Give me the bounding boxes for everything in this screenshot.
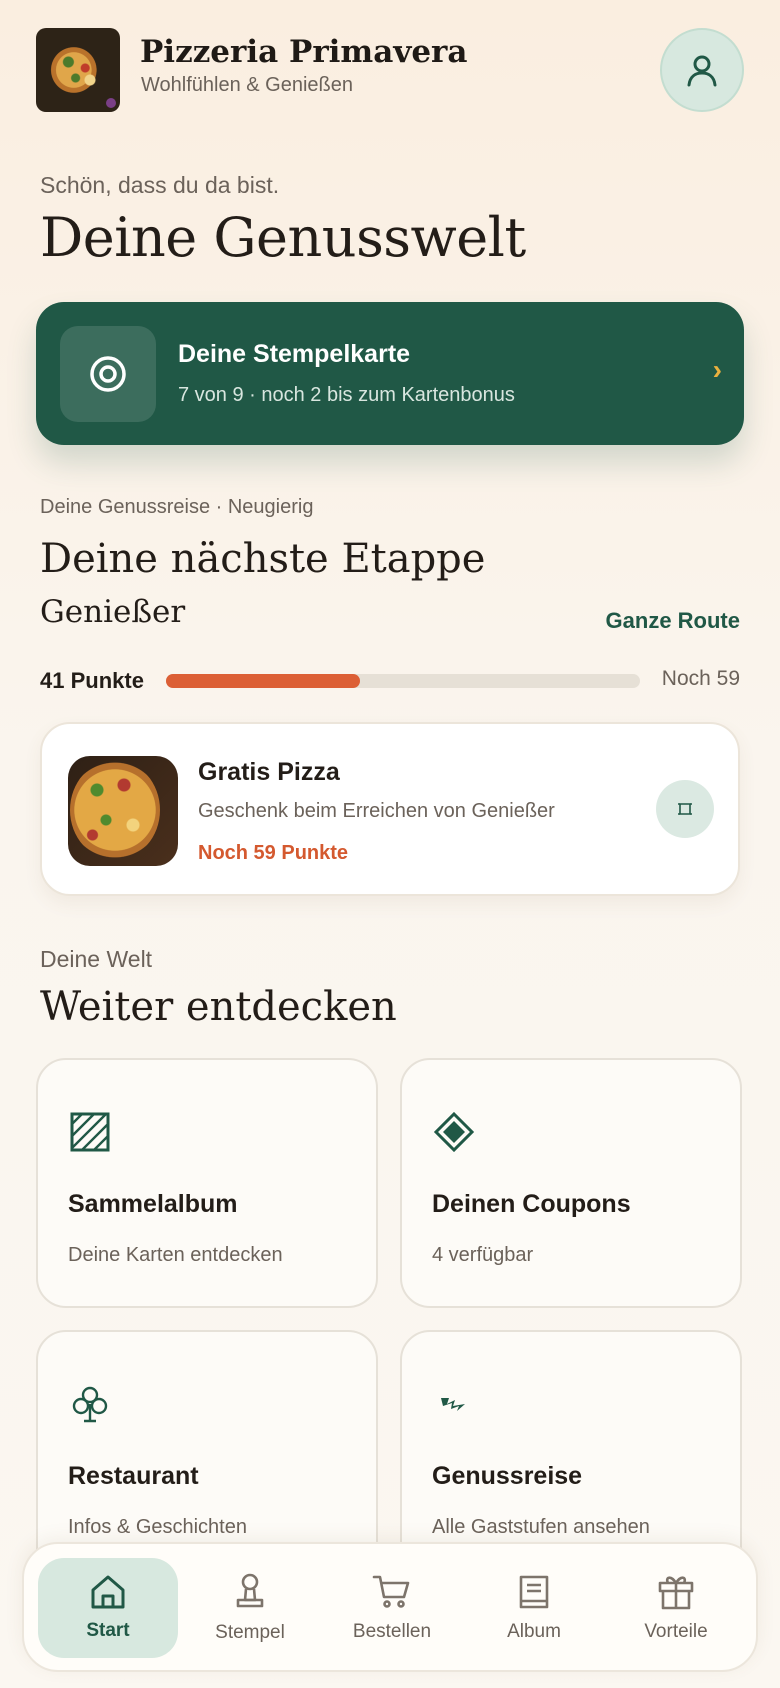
tile-sammelalbum[interactable]: Sammelalbum Deine Karten entdecken	[36, 1058, 378, 1308]
app-header: Pizzeria Primavera Wohlfühlen & Genießen	[36, 28, 744, 112]
points-remaining: Noch 59	[661, 667, 740, 690]
frame-icon	[678, 803, 692, 815]
tile-subtitle: Alle Gaststufen ansehen	[432, 1516, 650, 1538]
page-title: Deine Genusswelt	[40, 206, 526, 269]
nav-label: Stempel	[215, 1622, 285, 1643]
journey-level: Genießer	[40, 594, 186, 630]
tile-coupons[interactable]: Deinen Coupons 4 verfügbar	[400, 1058, 742, 1308]
nav-start[interactable]: Start	[38, 1558, 178, 1658]
nav-vorteile[interactable]: Vorteile	[606, 1558, 746, 1658]
reward-points-needed: Noch 59 Punkte	[198, 842, 349, 864]
stamp-card-title: Deine Stempelkarte	[178, 340, 411, 368]
target-icon	[90, 356, 126, 392]
club-icon	[68, 1382, 112, 1426]
lightning-icon	[432, 1382, 476, 1426]
nav-label: Bestellen	[352, 1621, 432, 1642]
brand-name: Pizzeria Primavera	[140, 34, 468, 70]
tile-subtitle: Deine Karten entdecken	[68, 1244, 283, 1266]
pizza-image	[68, 756, 178, 866]
tile-subtitle: 4 verfügbar	[432, 1244, 534, 1266]
chevron-right-icon: ›	[712, 354, 722, 385]
gift-icon	[658, 1576, 694, 1610]
points-progress-bar	[166, 674, 640, 688]
reward-card[interactable]: Gratis Pizza Geschenk beim Erreichen von…	[40, 722, 740, 896]
cart-icon	[372, 1575, 410, 1608]
points-progress-fill	[166, 674, 361, 688]
stamp-card-subtitle: 7 von 9 · noch 2 bis zum Kartenbonus	[178, 384, 515, 406]
stamp-icon	[236, 1573, 264, 1608]
tile-title: Sammelalbum	[68, 1190, 238, 1218]
world-label: Deine Welt	[40, 946, 153, 972]
nav-label: Vorteile	[644, 1621, 708, 1642]
tile-title: Genussreise	[432, 1462, 583, 1490]
tile-title: Deinen Coupons	[432, 1190, 631, 1218]
journey-title: Deine nächste Etappe	[40, 536, 486, 582]
nav-album[interactable]: Album	[464, 1558, 604, 1658]
greeting-text: Schön, dass du da bist.	[40, 172, 280, 198]
brand-tagline: Wohlfühlen & Genießen	[141, 74, 353, 96]
hatched-square-icon	[68, 1110, 112, 1154]
journey-label: Deine Genussreise · Neugierig	[40, 496, 314, 518]
stamp-card-icon-box	[60, 326, 156, 422]
book-icon	[519, 1575, 549, 1609]
world-title: Weiter entdecken	[40, 984, 397, 1030]
stamp-card-banner[interactable]: Deine Stempelkarte 7 von 9 · noch 2 bis …	[36, 302, 744, 445]
profile-button[interactable]	[660, 28, 744, 112]
brand-logo	[36, 28, 120, 112]
diamond-icon	[432, 1110, 476, 1154]
nav-bestellen[interactable]: Bestellen	[322, 1558, 462, 1658]
nav-label: Start	[86, 1620, 130, 1641]
nav-stempel[interactable]: Stempel	[180, 1558, 320, 1658]
points-label: 41 Punkte	[40, 668, 144, 693]
reward-description: Geschenk beim Erreichen von Genießer	[198, 800, 555, 822]
user-icon	[687, 55, 717, 87]
bottom-navigation: Start Stempel Bestellen Album Vorteile	[22, 1542, 758, 1672]
nav-label: Album	[507, 1621, 561, 1642]
full-route-link[interactable]: Ganze Route	[606, 608, 740, 634]
reward-action-button[interactable]	[656, 780, 714, 838]
tile-title: Restaurant	[68, 1462, 199, 1490]
home-icon	[91, 1575, 125, 1609]
tile-subtitle: Infos & Geschichten	[68, 1516, 247, 1538]
reward-title: Gratis Pizza	[198, 758, 340, 786]
